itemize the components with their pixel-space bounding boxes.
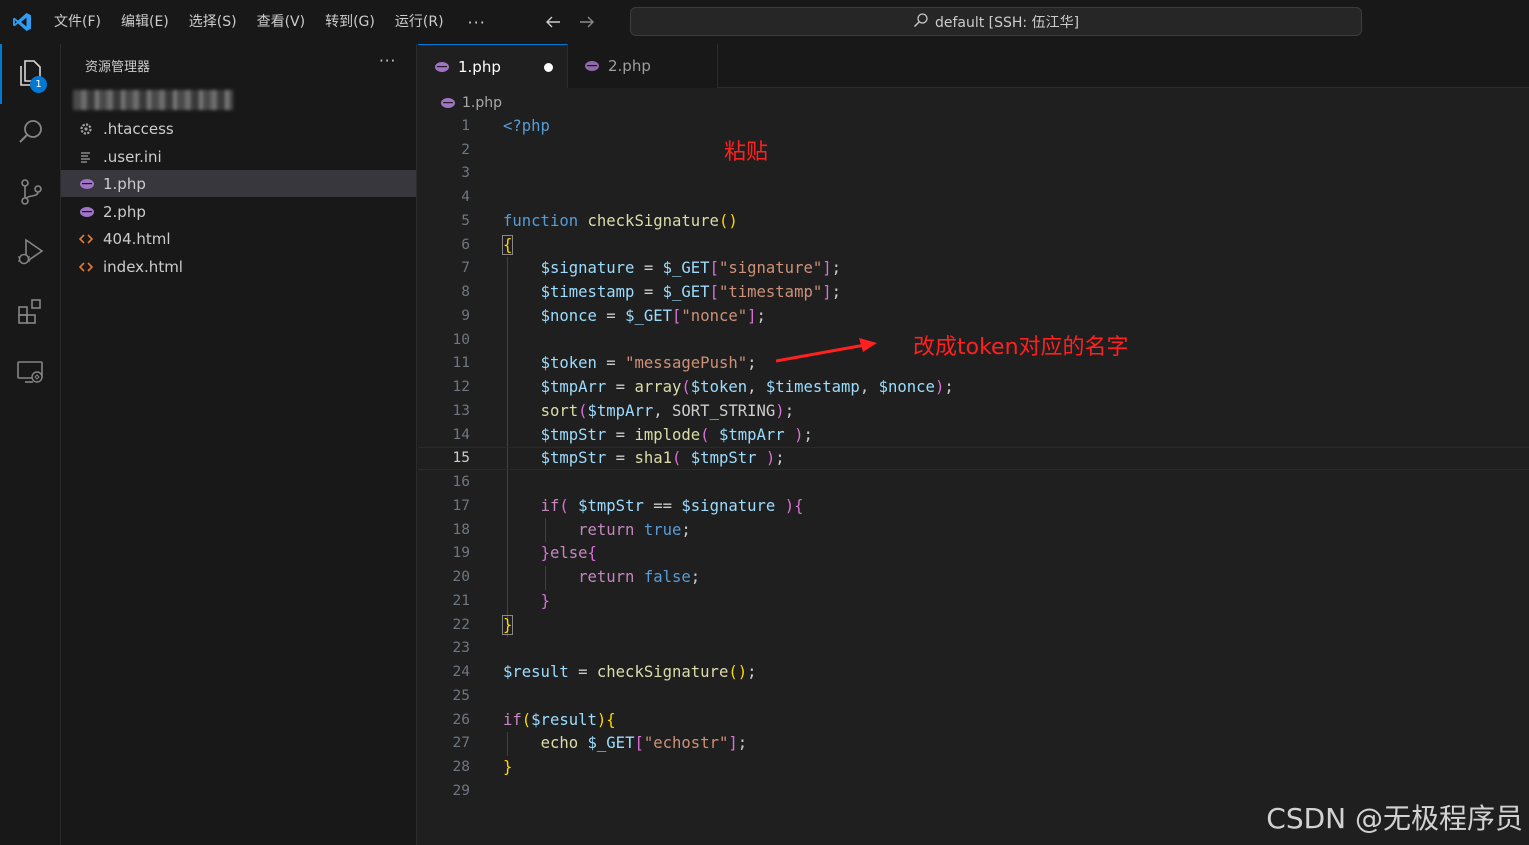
extensions-icon — [16, 297, 46, 331]
activity-bar: 1 — [0, 44, 61, 845]
lines-icon — [79, 148, 101, 166]
explorer-sidebar: 资源管理器 ··· .htaccess .user.ini 1.php 2.ph… — [61, 44, 417, 845]
file-item-2-php[interactable]: 2.php — [61, 198, 416, 225]
annotation-rename-token: 改成token对应的名字 — [913, 335, 1129, 360]
back-arrow-icon[interactable] — [544, 13, 562, 31]
menu-more-button[interactable]: ··· — [454, 13, 500, 32]
title-bar: 文件(F) 编辑(E) 选择(S) 查看(V) 转到(G) 运行(R) ··· … — [0, 0, 1529, 44]
search-view-button[interactable] — [0, 104, 61, 164]
watermark: CSDN @无极程序员 — [1266, 802, 1523, 835]
source-control-button[interactable] — [0, 164, 61, 224]
tab-1-php[interactable]: 1.php — [418, 44, 568, 88]
source-control-icon — [16, 177, 46, 211]
tab-label: 2.php — [608, 57, 651, 75]
file-label: index.html — [103, 257, 183, 276]
file-item-user-ini[interactable]: .user.ini — [61, 143, 416, 170]
file-label: 2.php — [103, 202, 146, 221]
html-icon — [79, 258, 101, 276]
menu-go[interactable]: 转到(G) — [315, 7, 385, 37]
run-debug-icon — [15, 236, 47, 272]
breadcrumb[interactable]: 1.php — [440, 92, 502, 114]
code-line[interactable]: 25 — [418, 684, 1529, 708]
code-line[interactable]: 2 — [418, 138, 1529, 162]
code-line[interactable]: 19 }else{ — [418, 542, 1529, 566]
remote-explorer-button[interactable] — [0, 344, 61, 404]
code-line[interactable]: 8 $timestamp = $_GET["timestamp"]; — [418, 280, 1529, 304]
run-debug-button[interactable] — [0, 224, 61, 284]
menu-edit[interactable]: 编辑(E) — [111, 7, 179, 37]
code-line[interactable]: 9 $nonce = $_GET["nonce"]; — [418, 304, 1529, 328]
file-item-1-php[interactable]: 1.php — [61, 170, 416, 197]
code-line[interactable]: 14 $tmpStr = implode( $tmpArr ); — [418, 423, 1529, 447]
php-icon — [440, 97, 456, 109]
code-line[interactable]: 4 — [418, 185, 1529, 209]
menu-file[interactable]: 文件(F) — [44, 7, 111, 37]
php-icon — [434, 61, 450, 73]
php-icon — [79, 175, 101, 193]
code-line[interactable]: 6{ — [418, 233, 1529, 257]
menu-bar: 文件(F) 编辑(E) 选择(S) 查看(V) 转到(G) 运行(R) ··· — [44, 7, 500, 37]
blurred-folder-name[interactable] — [73, 90, 233, 110]
explorer-more-button[interactable]: ··· — [379, 52, 396, 70]
code-line[interactable]: 20 return false; — [418, 565, 1529, 589]
code-line[interactable]: 17 if( $tmpStr == $signature ){ — [418, 494, 1529, 518]
code-line[interactable]: 16 — [418, 470, 1529, 494]
unsaved-dot-icon[interactable] — [544, 63, 553, 72]
code-line[interactable]: 13 sort($tmpArr, SORT_STRING); — [418, 399, 1529, 423]
annotation-arrow-icon — [775, 338, 877, 363]
menu-run[interactable]: 运行(R) — [385, 7, 454, 37]
code-line[interactable]: 5 function checkSignature() — [418, 209, 1529, 233]
code-line[interactable]: 3 — [418, 162, 1529, 186]
file-item-404-html[interactable]: 404.html — [61, 225, 416, 252]
forward-arrow-icon[interactable] — [578, 13, 596, 31]
html-icon — [79, 230, 101, 248]
php-icon — [79, 203, 101, 221]
code-line[interactable]: 18 return true; — [418, 518, 1529, 542]
explorer-badge: 1 — [30, 76, 47, 93]
file-item-index-html[interactable]: index.html — [61, 253, 416, 280]
code-line-current[interactable]: 15 $tmpStr = sha1( $tmpStr ); — [418, 446, 1529, 471]
explorer-title: 资源管理器 — [85, 60, 151, 75]
gear-icon — [79, 120, 101, 138]
breadcrumb-file: 1.php — [462, 95, 503, 111]
file-label: .htaccess — [103, 119, 174, 138]
command-center-label: default [SSH: 伍江华] — [934, 14, 1080, 31]
file-label: 1.php — [103, 174, 146, 193]
menu-view[interactable]: 查看(V) — [247, 7, 316, 37]
code-line[interactable]: 12 $tmpArr = array($token, $timestamp, $… — [418, 375, 1529, 399]
code-line[interactable]: 21 } — [418, 589, 1529, 613]
explorer-button[interactable]: 1 — [0, 44, 61, 104]
file-label: .user.ini — [103, 147, 162, 166]
remote-explorer-icon — [16, 357, 46, 391]
code-line[interactable]: 1 <?php — [418, 114, 1529, 138]
tab-label: 1.php — [458, 57, 501, 76]
extensions-button[interactable] — [0, 284, 61, 344]
php-icon — [584, 60, 600, 72]
code-line[interactable]: 23 — [418, 637, 1529, 661]
vscode-logo-icon — [0, 0, 44, 44]
code-line[interactable]: 28} — [418, 755, 1529, 779]
search-icon — [16, 117, 46, 151]
file-item-htaccess[interactable]: .htaccess — [61, 115, 416, 142]
code-line[interactable]: 7 $signature = $_GET["signature"]; — [418, 257, 1529, 281]
search-icon — [913, 12, 929, 32]
editor-tab-bar: 1.php 2.php — [418, 44, 1529, 88]
code-line[interactable]: 26 if($result){ — [418, 708, 1529, 732]
code-line[interactable]: 24 $result = checkSignature(); — [418, 660, 1529, 684]
command-center[interactable]: default [SSH: 伍江华] — [630, 7, 1362, 36]
code-line[interactable]: 27 echo $_GET["echostr"]; — [418, 732, 1529, 756]
file-label: 404.html — [103, 229, 171, 248]
code-line[interactable]: 22} — [418, 613, 1529, 637]
code-editor[interactable]: 1 <?php 2 3 4 5 function checkSignature() … — [418, 114, 1529, 845]
tab-2-php[interactable]: 2.php — [568, 44, 718, 88]
annotation-paste: 粘贴 — [724, 140, 769, 165]
menu-selection[interactable]: 选择(S) — [179, 7, 247, 37]
